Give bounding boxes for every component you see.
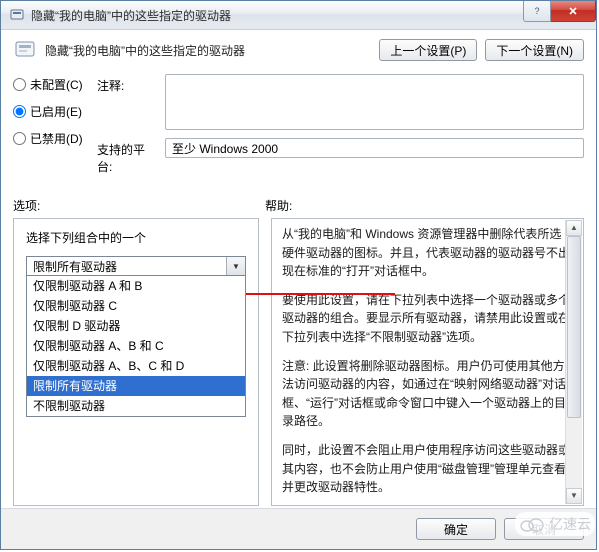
scroll-track[interactable] — [566, 236, 582, 488]
combo-dropdown: 仅限制驱动器 A 和 B 仅限制驱动器 C 仅限制 D 驱动器 仅限制驱动器 A… — [26, 275, 246, 417]
scroll-up-icon[interactable]: ▲ — [566, 220, 582, 236]
combo-item-selected[interactable]: 限制所有驱动器 — [27, 376, 245, 396]
radio-disabled-input[interactable] — [13, 132, 26, 145]
combo-item[interactable]: 不限制驱动器 — [27, 396, 245, 416]
title-bar: 隐藏“我的电脑”中的这些指定的驱动器 ? — [1, 1, 596, 30]
help-paragraph: 要使用此设置，请在下拉列表中选择一个驱动器或多个驱动器的组合。要显示所有驱动器，… — [282, 291, 573, 347]
help-paragraph: 注意: 此设置将删除驱动器图标。用户仍可使用其他方法访问驱动器的内容，如通过在“… — [282, 357, 573, 431]
combo-caption: 选择下列组合中的一个 — [26, 229, 246, 246]
platform-label: 支持的平台: — [97, 138, 159, 175]
radio-not-configured[interactable]: 未配置(C) — [13, 76, 97, 93]
radio-enabled-label: 已启用(E) — [30, 103, 82, 120]
policy-icon — [13, 38, 37, 62]
radio-enabled[interactable]: 已启用(E) — [13, 103, 97, 120]
comment-input[interactable] — [165, 74, 584, 130]
radio-disabled-label: 已禁用(D) — [30, 130, 83, 147]
app-icon — [9, 7, 25, 23]
comment-label: 注释: — [97, 74, 159, 94]
combo-item[interactable]: 仅限制驱动器 A 和 B — [27, 276, 245, 296]
dialog-button-bar: 确定 取消 — [1, 508, 596, 549]
ok-button[interactable]: 确定 — [416, 518, 496, 540]
help-paragraph: 同时，此设置不会阻止用户使用程序访问这些驱动器或其内容，也不会防止用户使用“磁盘… — [282, 441, 573, 497]
svg-text:?: ? — [534, 6, 539, 16]
close-button[interactable] — [551, 1, 596, 22]
combo-selected-text: 限制所有驱动器 — [33, 258, 117, 275]
cloud-icon — [519, 516, 545, 532]
radio-disabled[interactable]: 已禁用(D) — [13, 130, 97, 147]
radio-not-configured-label: 未配置(C) — [30, 76, 83, 93]
combo-item[interactable]: 仅限制 D 驱动器 — [27, 316, 245, 336]
window-title: 隐藏“我的电脑”中的这些指定的驱动器 — [31, 7, 231, 24]
help-scrollbar[interactable]: ▲ ▼ — [565, 220, 582, 504]
help-label: 帮助: — [265, 197, 584, 214]
radio-enabled-input[interactable] — [13, 105, 26, 118]
prev-setting-button[interactable]: 上一个设置(P) — [379, 39, 477, 61]
scroll-down-icon[interactable]: ▼ — [566, 488, 582, 504]
header-title: 隐藏“我的电脑”中的这些指定的驱动器 — [45, 42, 245, 59]
radio-not-configured-input[interactable] — [13, 78, 26, 91]
help-button[interactable]: ? — [523, 1, 551, 22]
help-paragraph: 从“我的电脑”和 Windows 资源管理器中删除代表所选硬件驱动器的图标。并且… — [282, 225, 573, 281]
watermark: 亿速云 — [515, 512, 595, 536]
combo-item[interactable]: 仅限制驱动器 A、B 和 C — [27, 336, 245, 356]
drive-combo[interactable]: 限制所有驱动器 ▼ 仅限制驱动器 A 和 B 仅限制驱动器 C 仅限制 D 驱动… — [26, 256, 246, 276]
options-panel: 选择下列组合中的一个 限制所有驱动器 ▼ 仅限制驱动器 A 和 B 仅限制驱动器… — [13, 218, 259, 506]
next-setting-button[interactable]: 下一个设置(N) — [485, 39, 584, 61]
header-row: 隐藏“我的电脑”中的这些指定的驱动器 上一个设置(P) 下一个设置(N) — [1, 30, 596, 70]
scroll-thumb[interactable] — [567, 236, 581, 418]
watermark-text: 亿速云 — [549, 514, 591, 534]
chevron-down-icon[interactable]: ▼ — [226, 257, 245, 275]
platform-value: 至少 Windows 2000 — [165, 138, 584, 158]
options-label: 选项: — [13, 197, 265, 214]
help-panel: 从“我的电脑”和 Windows 资源管理器中删除代表所选硬件驱动器的图标。并且… — [271, 218, 584, 506]
combo-item[interactable]: 仅限制驱动器 A、B、C 和 D — [27, 356, 245, 376]
combo-item[interactable]: 仅限制驱动器 C — [27, 296, 245, 316]
